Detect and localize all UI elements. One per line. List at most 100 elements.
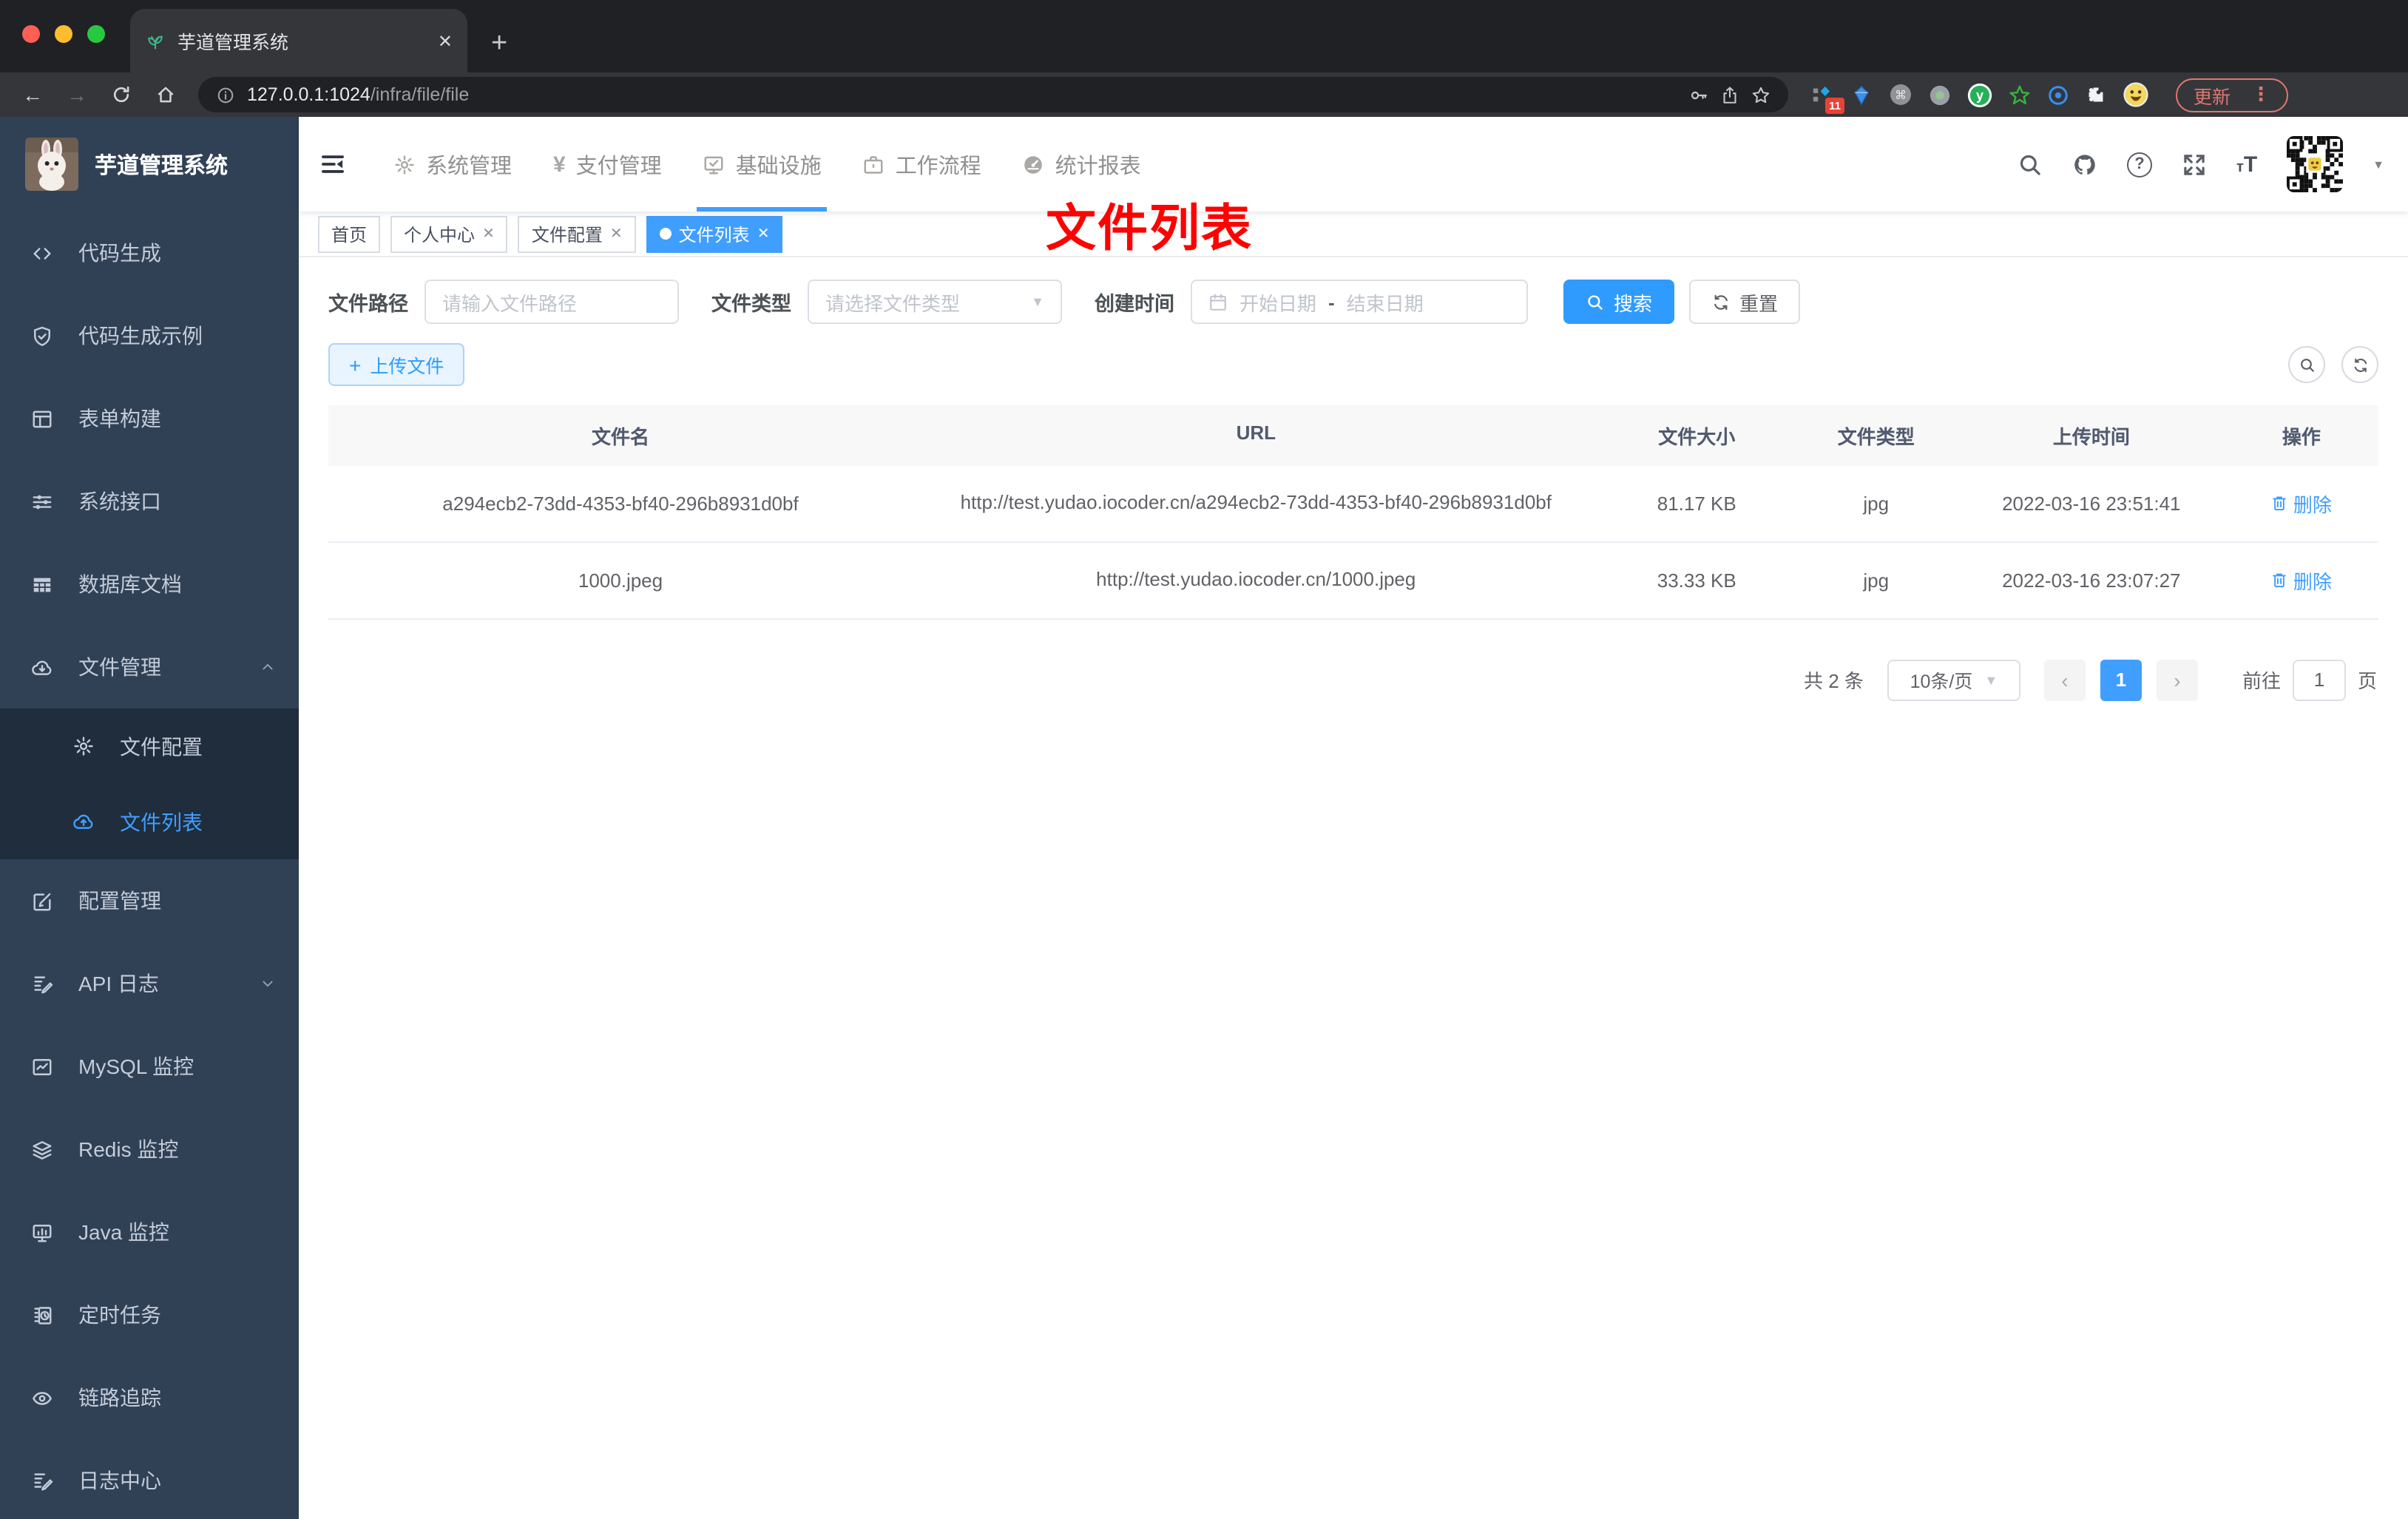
column-header-4: 上传时间 bbox=[2052, 426, 2130, 448]
home-icon[interactable] bbox=[148, 84, 183, 105]
prev-page-button[interactable]: ‹ bbox=[2043, 659, 2086, 700]
reset-button[interactable]: 重置 bbox=[1689, 280, 1801, 324]
sidebar-item-mysql[interactable]: MySQL 监控 bbox=[0, 1025, 299, 1108]
sidebar-item-db-doc[interactable]: 数据库文档 bbox=[0, 543, 299, 626]
password-key-icon[interactable] bbox=[1689, 85, 1708, 104]
reload-icon[interactable] bbox=[104, 84, 139, 105]
sidebar-item-label: 文件管理 bbox=[78, 655, 161, 679]
chrome-menu-icon[interactable]: ⋮ bbox=[2251, 83, 2270, 106]
chrome-update-button[interactable]: 更新 ⋮ bbox=[2176, 78, 2289, 112]
sidebar-item-file-mgr[interactable]: 文件管理 bbox=[0, 626, 299, 708]
back-icon[interactable]: ← bbox=[15, 83, 50, 106]
file-table: 文件名 URL 文件大小 文件类型 上传时间 操作 a294ecb2-73dd-4353-… bbox=[328, 405, 2378, 619]
form-icon bbox=[31, 407, 53, 430]
file-type-cell: jpg bbox=[1863, 569, 1890, 592]
tag-文件列表[interactable]: 文件列表 ✕ bbox=[646, 215, 783, 252]
site-info-icon[interactable] bbox=[216, 85, 235, 104]
extension-command-icon[interactable]: ⌘ bbox=[1889, 83, 1912, 106]
extension-diamond-icon[interactable]: 11 bbox=[1812, 84, 1844, 113]
sidebar-item-label: 配置管理 bbox=[78, 889, 161, 913]
red-annotation-text: 文件列表 bbox=[1046, 201, 1253, 257]
top-nav-label: 统计报表 bbox=[1055, 155, 1141, 178]
tag-close-icon[interactable]: ✕ bbox=[482, 226, 495, 242]
caret-down-icon[interactable]: ▼ bbox=[2373, 158, 2384, 171]
date-range-picker[interactable]: 开始日期 - 结束日期 bbox=[1191, 280, 1528, 324]
github-icon[interactable] bbox=[2072, 152, 2097, 177]
sidebar-item-redis[interactable]: Redis 监控 bbox=[0, 1108, 299, 1191]
extension-eye-icon[interactable] bbox=[2047, 84, 2069, 106]
fullscreen-icon[interactable] bbox=[2182, 152, 2207, 177]
menu-fold-icon[interactable] bbox=[319, 151, 346, 177]
delete-button[interactable]: 删除 bbox=[2271, 490, 2332, 518]
toggle-search-button[interactable] bbox=[2288, 346, 2325, 383]
sidebar-item-code-demo[interactable]: 代码生成示例 bbox=[0, 294, 299, 377]
extension-y-icon[interactable]: y bbox=[1967, 82, 1992, 107]
page-number-1[interactable]: 1 bbox=[2100, 659, 2142, 700]
page-size-select[interactable]: 10条/页 ▼ bbox=[1887, 659, 2020, 700]
sidebar-item-form-build[interactable]: 表单构建 bbox=[0, 377, 299, 460]
upload-file-button[interactable]: + 上传文件 bbox=[328, 343, 465, 386]
top-nav-pay[interactable]: ¥ 支付管理 bbox=[538, 117, 677, 212]
tag-close-icon[interactable]: ✕ bbox=[610, 226, 623, 242]
sidebar-item-log-center[interactable]: 日志中心 bbox=[0, 1439, 299, 1519]
help-icon[interactable]: ? bbox=[2127, 152, 2152, 177]
font-size-icon[interactable]: тT bbox=[2236, 152, 2257, 177]
sidebar-item-api-log[interactable]: API 日志 bbox=[0, 942, 299, 1025]
share-icon[interactable] bbox=[1720, 85, 1739, 104]
column-header-5: 操作 bbox=[2282, 426, 2321, 448]
file-name-cell: a294ecb2-73dd-4353-bf40-296b8931d0bf bbox=[442, 492, 799, 515]
browser-tab[interactable]: 芋道管理系统 ✕ bbox=[130, 9, 467, 72]
browser-toolbar: ← → 127.0.0.1:1024/infra/file/file 11 ⌘ bbox=[0, 72, 2408, 117]
goto-page-input[interactable]: 1 bbox=[2292, 659, 2346, 700]
next-page-button[interactable]: › bbox=[2156, 659, 2198, 700]
bookmark-star-icon[interactable] bbox=[1751, 85, 1771, 104]
top-nav-workflow[interactable]: 工作流程 bbox=[848, 117, 996, 212]
new-tab-button[interactable]: + bbox=[491, 28, 507, 61]
extension-dot-icon[interactable] bbox=[1929, 84, 1951, 106]
goto-label: 前往 bbox=[2242, 670, 2281, 692]
file-type-select[interactable]: 请选择文件类型 ▼ bbox=[808, 280, 1062, 324]
sidebar-menu: 代码生成 代码生成示例 表单构建 系统接口 数据库文档文件管理文件配置文件列表配置管理 A… bbox=[0, 212, 299, 1519]
tab-close-icon[interactable]: ✕ bbox=[438, 30, 453, 51]
top-nav-label: 系统管理 bbox=[426, 155, 512, 178]
sidebar-item-sys-api[interactable]: 系统接口 bbox=[0, 460, 299, 543]
refresh-table-button[interactable] bbox=[2341, 346, 2378, 383]
top-nav-infra[interactable]: 基础设施 bbox=[689, 117, 836, 212]
search-icon[interactable] bbox=[2018, 152, 2043, 177]
url-bar[interactable]: 127.0.0.1:1024/infra/file/file bbox=[198, 77, 1788, 112]
delete-button[interactable]: 删除 bbox=[2271, 566, 2332, 594]
file-size-cell: 81.17 KB bbox=[1657, 492, 1736, 515]
extension-gem-icon[interactable] bbox=[1850, 84, 1873, 106]
qr-avatar[interactable] bbox=[2287, 136, 2344, 192]
grid-icon bbox=[31, 573, 53, 595]
sidebar-item-trace[interactable]: 链路追踪 bbox=[0, 1356, 299, 1439]
sidebar-item-code-gen[interactable]: 代码生成 bbox=[0, 212, 299, 294]
tag-个人中心[interactable]: 个人中心 ✕ bbox=[390, 215, 508, 252]
minimize-window-button[interactable] bbox=[55, 25, 72, 43]
tags-view-bar: 首页 个人中心 ✕ 文件配置 ✕ 文件列表 ✕ bbox=[299, 212, 2408, 257]
forward-icon[interactable]: → bbox=[59, 83, 95, 106]
top-nav-system[interactable]: 系统管理 bbox=[379, 117, 527, 212]
tag-label: 文件配置 bbox=[531, 224, 603, 245]
extension-star-icon[interactable] bbox=[2009, 84, 2031, 106]
sidebar-item-label: 文件配置 bbox=[120, 734, 203, 758]
sidebar-item-java[interactable]: Java 监控 bbox=[0, 1191, 299, 1273]
chart-box-icon bbox=[31, 1055, 53, 1077]
sidebar-item-file-config[interactable]: 文件配置 bbox=[0, 708, 299, 784]
extension-puzzle-icon[interactable] bbox=[2086, 84, 2106, 105]
svg-text:⌘: ⌘ bbox=[1895, 89, 1907, 102]
sidebar-item-file-list[interactable]: 文件列表 bbox=[0, 784, 299, 859]
file-path-input[interactable]: 请输入文件路径 bbox=[425, 280, 679, 324]
close-window-button[interactable] bbox=[22, 25, 40, 43]
maximize-window-button[interactable] bbox=[87, 25, 105, 43]
profile-emoji-icon[interactable] bbox=[2123, 81, 2149, 108]
sidebar-item-config-mgr[interactable]: 配置管理 bbox=[0, 859, 299, 942]
file-type-label: 文件类型 bbox=[711, 293, 791, 315]
search-button[interactable]: 搜索 bbox=[1563, 280, 1675, 324]
app-logo-row[interactable]: 芋道管理系统 bbox=[0, 117, 299, 212]
tag-首页[interactable]: 首页 bbox=[318, 215, 381, 252]
gauge-icon bbox=[1023, 153, 1045, 175]
tag-文件配置[interactable]: 文件配置 ✕ bbox=[518, 215, 636, 252]
tag-close-icon[interactable]: ✕ bbox=[757, 226, 770, 242]
sidebar-item-job[interactable]: 定时任务 bbox=[0, 1273, 299, 1356]
